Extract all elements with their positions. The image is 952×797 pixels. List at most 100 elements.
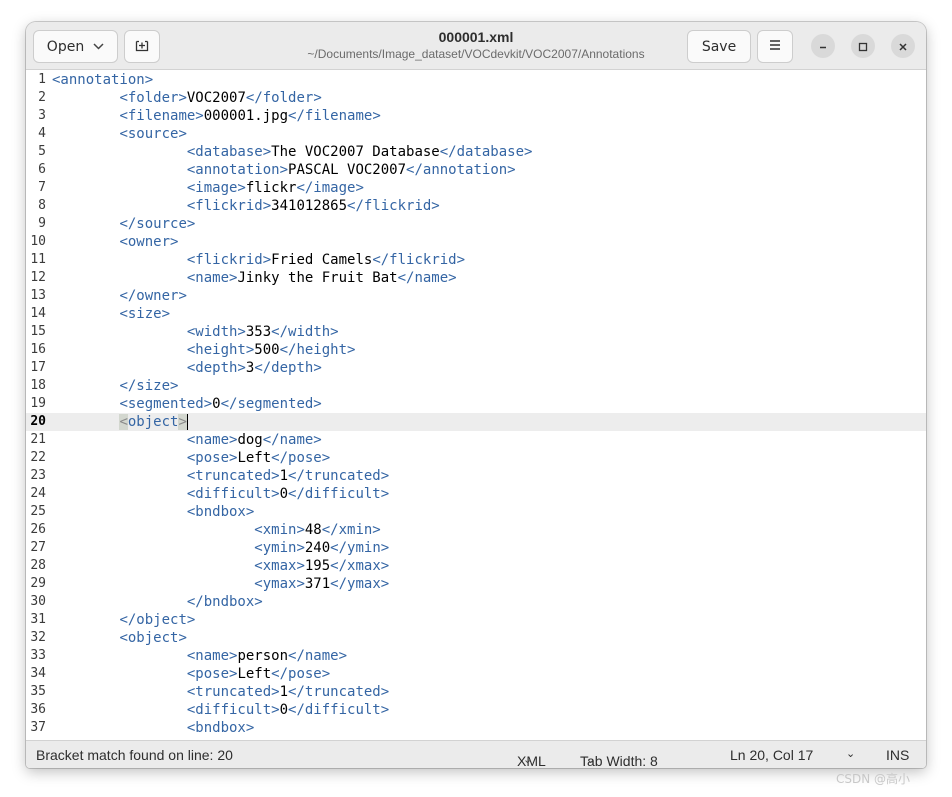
line-content: <ymin>240</ymin>	[52, 539, 389, 557]
line-number: 18	[30, 378, 46, 393]
main-menu-button[interactable]	[757, 30, 793, 63]
header-bar: Open 000001.xml ~/Documents/Image_datase…	[26, 22, 926, 70]
code-line[interactable]: 9 </source>	[26, 215, 926, 233]
line-number: 34	[30, 666, 46, 681]
code-line[interactable]: 35 <truncated>1</truncated>	[26, 683, 926, 701]
line-content: <flickrid>Fried Camels</flickrid>	[52, 251, 465, 269]
code-line[interactable]: 4 <source>	[26, 125, 926, 143]
code-line[interactable]: 6 <annotation>PASCAL VOC2007</annotation…	[26, 161, 926, 179]
chevron-down-icon[interactable]: ⌄	[846, 747, 855, 760]
close-button[interactable]	[891, 34, 915, 58]
xml-text: Left	[237, 666, 272, 682]
xml-text	[52, 126, 119, 142]
code-line[interactable]: 29 <ymax>371</ymax>	[26, 575, 926, 593]
code-line[interactable]: 28 <xmax>195</xmax>	[26, 557, 926, 575]
code-line[interactable]: 27 <ymin>240</ymin>	[26, 539, 926, 557]
xml-tag: </width>	[271, 324, 339, 340]
cursor-position: Ln 20, Col 17	[730, 747, 814, 763]
line-number: 5	[38, 144, 46, 159]
line-content: </owner>	[52, 287, 186, 305]
xml-tag: </size>	[119, 378, 179, 394]
xml-text	[52, 306, 119, 322]
maximize-button[interactable]	[851, 34, 875, 58]
line-number: 21	[30, 432, 46, 447]
text-editor-area[interactable]: 1 <annotation> 2 <folder>VOC2007</folder> 3…	[26, 70, 926, 740]
code-line[interactable]: 17 <depth>3</depth>	[26, 359, 926, 377]
xml-text: 1	[279, 684, 289, 700]
code-line[interactable]: 24 <difficult>0</difficult>	[26, 485, 926, 503]
code-line[interactable]: 16 <height>500</height>	[26, 341, 926, 359]
line-content: <flickrid>341012865</flickrid>	[52, 197, 440, 215]
line-content: <name>dog</name>	[52, 431, 322, 449]
code-line[interactable]: 22 <pose>Left</pose>	[26, 449, 926, 467]
line-content: <object>	[52, 629, 186, 647]
code-line[interactable]: 1 <annotation>	[26, 71, 926, 89]
maximize-icon	[858, 37, 868, 56]
line-content: <annotation>PASCAL VOC2007</annotation>	[52, 161, 516, 179]
code-line[interactable]: 30 </bndbox>	[26, 593, 926, 611]
xml-tag: <pose>	[186, 666, 238, 682]
code-line[interactable]: 15 <width>353</width>	[26, 323, 926, 341]
xml-tag: </segmented>	[220, 396, 322, 412]
line-content: <segmented>0</segmented>	[52, 395, 322, 413]
code-line[interactable]: 23 <truncated>1</truncated>	[26, 467, 926, 485]
minimize-button[interactable]	[811, 34, 835, 58]
code-line[interactable]: 31 </object>	[26, 611, 926, 629]
line-number: 27	[30, 540, 46, 555]
code-line[interactable]: 8 <flickrid>341012865</flickrid>	[26, 197, 926, 215]
text-cursor	[187, 414, 188, 430]
hamburger-menu-icon	[768, 39, 782, 55]
xml-tag: </flickrid>	[347, 198, 440, 214]
insert-mode-indicator[interactable]: INS	[886, 747, 909, 763]
xml-tag: </source>	[119, 216, 196, 232]
xml-text: dog	[237, 432, 263, 448]
code-line[interactable]: 33 <name>person</name>	[26, 647, 926, 665]
code-line[interactable]: 20 <object>	[26, 413, 926, 431]
code-line[interactable]: 25 <bndbox>	[26, 503, 926, 521]
xml-text	[52, 576, 254, 592]
xml-text	[52, 630, 119, 646]
line-content: <name>person</name>	[52, 647, 347, 665]
status-message: Bracket match found on line: 20	[36, 747, 233, 763]
xml-tag: </pose>	[271, 450, 331, 466]
code-line[interactable]: 37 <bndbox>	[26, 719, 926, 737]
line-number: 33	[30, 648, 46, 663]
code-line[interactable]: 32 <object>	[26, 629, 926, 647]
line-number: 22	[30, 450, 46, 465]
code-line[interactable]: 11 <flickrid>Fried Camels</flickrid>	[26, 251, 926, 269]
code-line[interactable]: 18 </size>	[26, 377, 926, 395]
code-line[interactable]: 21 <name>dog</name>	[26, 431, 926, 449]
xml-tag: </name>	[288, 648, 348, 664]
line-number: 26	[30, 522, 46, 537]
line-content: <ymax>371</ymax>	[52, 575, 389, 593]
save-button[interactable]: Save	[687, 30, 751, 63]
line-number: 36	[30, 702, 46, 717]
bracket-match: >	[178, 414, 187, 430]
new-tab-button[interactable]	[124, 30, 160, 63]
line-number: 1	[38, 72, 46, 87]
code-line[interactable]: 2 <folder>VOC2007</folder>	[26, 89, 926, 107]
code-line[interactable]: 34 <pose>Left</pose>	[26, 665, 926, 683]
xml-tag: <xmax>	[254, 558, 305, 574]
open-button[interactable]: Open	[33, 30, 118, 63]
code-line[interactable]: 36 <difficult>0</difficult>	[26, 701, 926, 719]
code-line[interactable]: 3 <filename>000001.jpg</filename>	[26, 107, 926, 125]
code-line[interactable]: 7 <image>flickr</image>	[26, 179, 926, 197]
chevron-down-icon: ⌄	[586, 754, 596, 766]
code-line[interactable]: 13 </owner>	[26, 287, 926, 305]
xml-tag: <truncated>	[186, 684, 280, 700]
xml-text: 48	[304, 522, 322, 538]
xml-tag: </xmax>	[330, 558, 390, 574]
line-number: 13	[30, 288, 46, 303]
code-line[interactable]: 5 <database>The VOC2007 Database</databa…	[26, 143, 926, 161]
code-line[interactable]: 26 <xmin>48</xmin>	[26, 521, 926, 539]
status-bar: Bracket match found on line: 20 XML ⌄ Tab…	[26, 740, 926, 768]
code-line[interactable]: 10 <owner>	[26, 233, 926, 251]
code-line[interactable]: 12 <name>Jinky the Fruit Bat</name>	[26, 269, 926, 287]
xml-tag: <height>	[186, 342, 255, 358]
line-content: <pose>Left</pose>	[52, 449, 330, 467]
xml-tag: </difficult>	[288, 486, 390, 502]
code-line[interactable]: 14 <size>	[26, 305, 926, 323]
code-line[interactable]: 19 <segmented>0</segmented>	[26, 395, 926, 413]
xml-tag: </height>	[279, 342, 356, 358]
